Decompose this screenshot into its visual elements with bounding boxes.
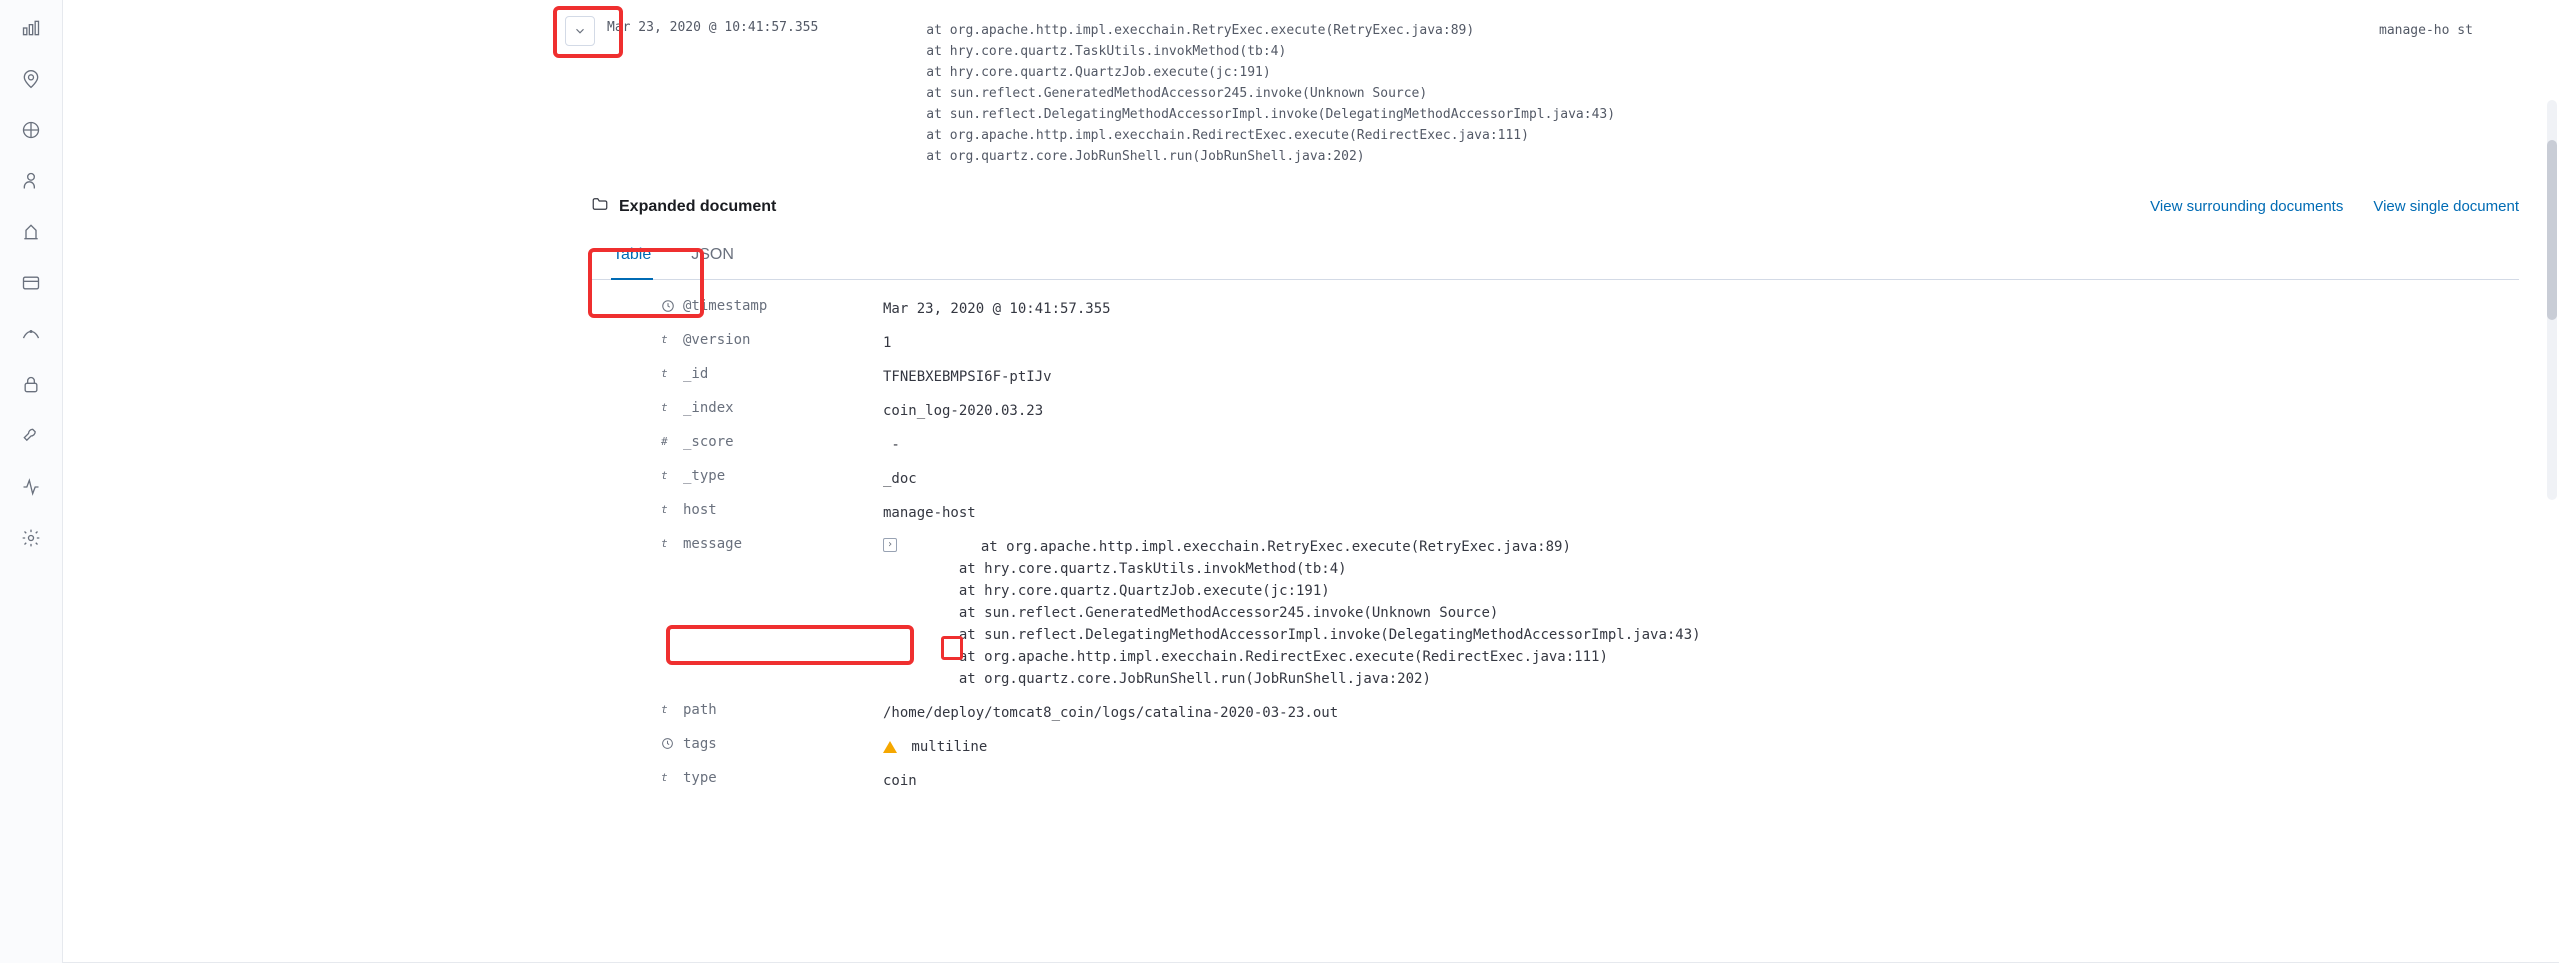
expanded-document: Expanded document View surrounding docum… (63, 177, 2559, 828)
field-row-id: t _id TFNEBXEBMPSI6F-ptIJv (661, 360, 2519, 394)
hit-host: manage-ho st (2379, 14, 2519, 167)
warning-icon (883, 741, 897, 753)
field-row-doctype: t type coin (661, 764, 2519, 798)
text-type-icon: t (661, 468, 683, 482)
tab-json[interactable]: JSON (689, 236, 736, 280)
nav-apm-icon[interactable] (21, 324, 41, 347)
field-row-type: t _type _doc (661, 462, 2519, 496)
field-row-score: # _score - (661, 428, 2519, 462)
field-row-timestamp: @timestamp Mar 23, 2020 @ 10:41:57.355 (661, 292, 2519, 326)
field-row-path: t path /home/deploy/tomcat8_coin/logs/ca… (661, 696, 2519, 730)
scrollbar-thumb[interactable] (2547, 140, 2557, 320)
hit-timestamp: Mar 23, 2020 @ 10:41:57.355 (555, 14, 895, 167)
field-value-tags: multiline (883, 736, 2519, 758)
text-type-icon: t (661, 702, 683, 716)
field-row-index: t _index coin_log-2020.03.23 (661, 394, 2519, 428)
number-type-icon: # (661, 434, 683, 448)
text-type-icon: t (661, 332, 683, 346)
field-row-tags: tags multiline (661, 730, 2519, 764)
text-type-icon: t (661, 502, 683, 516)
nav-maps-icon[interactable] (21, 69, 41, 92)
field-row-version: t @version 1 (661, 326, 2519, 360)
nav-logs-icon[interactable] (21, 273, 41, 296)
doc-view-tabs: Table JSON (591, 236, 2519, 280)
expanded-title: Expanded document (619, 198, 776, 216)
nav-infra-icon[interactable] (21, 222, 41, 245)
link-view-single[interactable]: View single document (2373, 198, 2519, 215)
doc-fields-table: @timestamp Mar 23, 2020 @ 10:41:57.355 t… (591, 292, 2519, 798)
text-type-icon: t (661, 536, 683, 550)
field-row-host: t host manage-host (661, 496, 2519, 530)
expand-message-icon[interactable]: › (883, 538, 897, 552)
text-type-icon: t (661, 770, 683, 784)
discover-panel: Mar 23, 2020 @ 10:41:57.355 at org.apach… (62, 0, 2559, 963)
nav-ml-icon[interactable] (21, 171, 41, 194)
tab-table[interactable]: Table (611, 236, 653, 280)
hit-message: at org.apache.http.impl.execchain.RetryE… (895, 14, 2379, 167)
nav-uptime-icon[interactable] (21, 477, 41, 500)
nav-canvas-icon[interactable] (21, 120, 41, 143)
row-expand-toggle[interactable] (565, 16, 595, 46)
nav-management-icon[interactable] (21, 528, 41, 551)
folder-icon (591, 195, 609, 218)
hit-row: Mar 23, 2020 @ 10:41:57.355 at org.apach… (63, 0, 2559, 177)
nav-devtools-icon[interactable] (21, 426, 41, 449)
nav-siem-icon[interactable] (21, 375, 41, 398)
field-row-message: t message › at org.apache.http.impl.exec… (661, 530, 2519, 696)
nav-visualize-icon[interactable] (21, 18, 41, 41)
link-view-surrounding[interactable]: View surrounding documents (2150, 198, 2343, 215)
clock-icon (661, 298, 683, 316)
field-value-message: › at org.apache.http.impl.execchain.Retr… (883, 536, 2519, 690)
scrollbar-track[interactable] (2547, 100, 2557, 500)
text-type-icon: t (661, 366, 683, 380)
clock-icon (661, 736, 683, 753)
kibana-sidebar (0, 0, 62, 963)
text-type-icon: t (661, 400, 683, 414)
